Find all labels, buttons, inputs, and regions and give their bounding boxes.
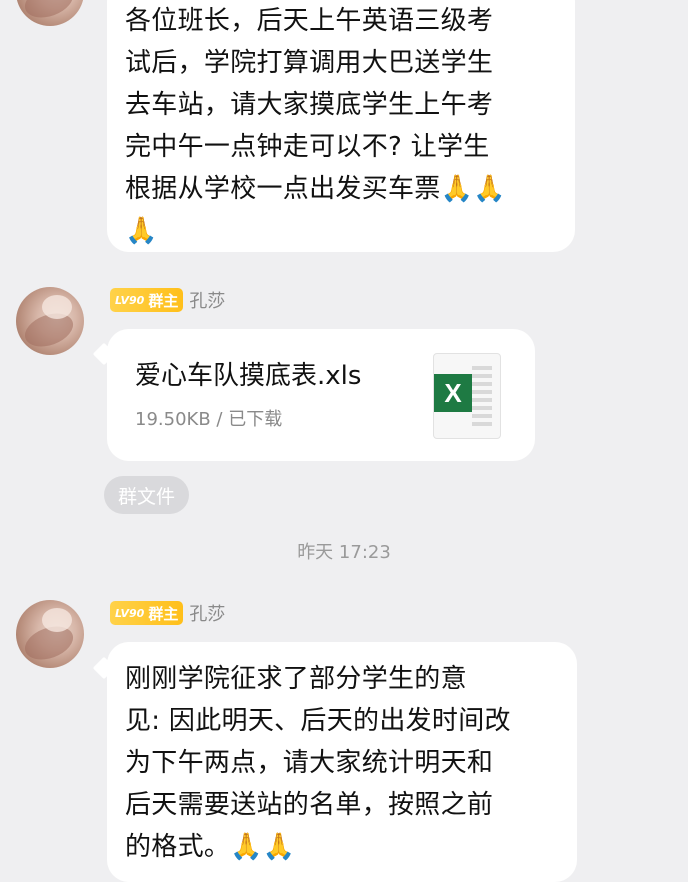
role-label: 群主 xyxy=(148,604,179,623)
group-file-tag[interactable]: 群文件 xyxy=(104,476,190,514)
avatar[interactable] xyxy=(16,287,84,355)
owner-badge: LV90 群主 xyxy=(110,288,184,312)
level-label: LV90 xyxy=(115,293,145,307)
owner-badge: LV90 群主 xyxy=(110,601,184,625)
avatar[interactable] xyxy=(16,0,84,26)
message-bubble[interactable]: 刚刚学院征求了部分学生的意 见: 因此明天、后天的出发时间改 为下午两点，请大家… xyxy=(107,642,577,882)
level-label: LV90 xyxy=(115,606,145,620)
sender-name[interactable]: 孔莎 xyxy=(189,600,225,626)
file-meta: 19.50KB / 已下载 xyxy=(135,409,283,430)
excel-file-icon: X xyxy=(433,353,501,439)
file-card[interactable]: 爱心车队摸底表.xls 19.50KB / 已下载 X xyxy=(107,329,535,461)
role-label: 群主 xyxy=(148,291,179,310)
avatar[interactable] xyxy=(16,600,84,668)
file-name: 爱心车队摸底表.xls xyxy=(135,361,362,391)
message-text: 刚刚学院征求了部分学生的意 见: 因此明天、后天的出发时间改 为下午两点，请大家… xyxy=(125,664,511,862)
message-text: 各位班长，后天上午英语三级考 试后，学院打算调用大巴送学生 去车站，请大家摸底学… xyxy=(125,6,506,246)
time-separator: 昨天 17:23 xyxy=(297,542,391,563)
sender-info: LV90 群主 孔莎 xyxy=(110,288,225,312)
sender-name[interactable]: 孔莎 xyxy=(189,287,225,313)
sender-info: LV90 群主 孔莎 xyxy=(110,601,225,625)
message-bubble[interactable]: 各位班长，后天上午英语三级考 试后，学院打算调用大巴送学生 去车站，请大家摸底学… xyxy=(107,0,575,252)
